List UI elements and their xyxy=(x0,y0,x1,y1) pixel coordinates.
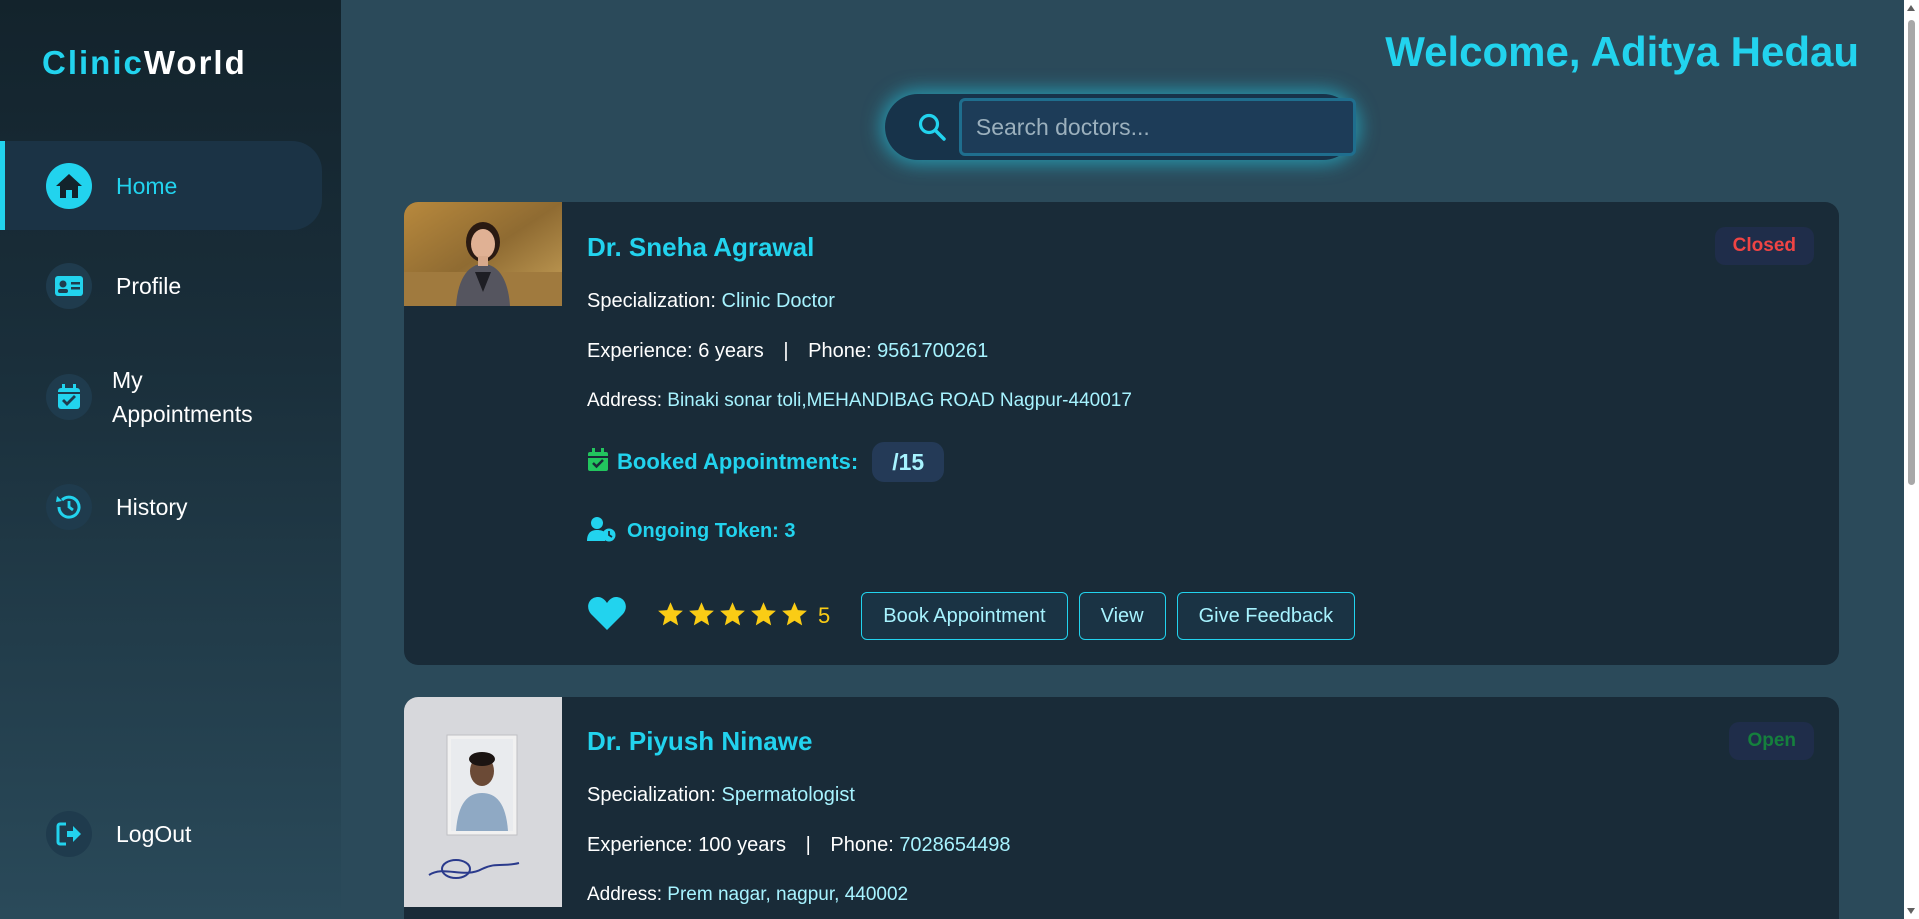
home-icon xyxy=(46,162,92,209)
phone-value: 9561700261 xyxy=(877,340,989,362)
sidebar-item-profile[interactable]: Profile xyxy=(0,262,322,310)
sidebar-item-label: Profile xyxy=(116,273,182,299)
search-bar xyxy=(885,94,1356,160)
experience-label: Experience: xyxy=(587,834,693,856)
history-icon xyxy=(46,484,92,530)
experience-value: 6 years xyxy=(698,340,764,362)
phone-label: Phone: xyxy=(830,834,894,856)
sidebar-item-label: History xyxy=(116,494,188,520)
scroll-up-arrow-icon[interactable] xyxy=(1907,5,1915,11)
specialization-value: Clinic Doctor xyxy=(721,290,835,312)
star-icon[interactable] xyxy=(781,601,808,632)
sidebar-item-my-appointments[interactable]: My Appointments xyxy=(0,362,322,432)
user-clock-icon xyxy=(587,516,617,547)
calendar-check-icon xyxy=(587,447,609,477)
specialization-label: Specialization: xyxy=(587,784,716,806)
scrollbar-thumb[interactable] xyxy=(1908,20,1915,485)
logout-button[interactable]: LogOut xyxy=(0,810,322,858)
sidebar-item-home[interactable]: Home xyxy=(0,141,322,230)
specialization-value: Spermatologist xyxy=(721,784,855,806)
status-badge: Closed xyxy=(1714,227,1814,265)
rating-value: 5 xyxy=(818,603,831,628)
doctor-name[interactable]: Dr. Sneha Agrawal xyxy=(587,232,814,263)
star-icon[interactable] xyxy=(719,601,746,632)
doctor-photo xyxy=(404,697,562,907)
address-row: Address: Prem nagar, nagpur, 440002 xyxy=(587,884,908,906)
address-value: Prem nagar, nagpur, 440002 xyxy=(667,884,909,905)
doctor-name[interactable]: Dr. Piyush Ninawe xyxy=(587,726,812,757)
experience-label: Experience: xyxy=(587,340,693,362)
experience-value: 100 years xyxy=(698,834,787,856)
star-icon[interactable] xyxy=(657,601,684,632)
id-card-icon xyxy=(46,263,92,309)
booked-appointments: Booked Appointments: /15 xyxy=(587,442,945,482)
specialization-row: Specialization: Spermatologist xyxy=(587,784,855,807)
experience-phone-row: Experience: 6 years | Phone: 9561700261 xyxy=(587,340,988,363)
phone-value: 7028654498 xyxy=(899,834,1011,856)
star-icon[interactable] xyxy=(688,601,715,632)
view-button[interactable]: View xyxy=(1078,592,1166,640)
address-value: Binaki sonar toli,MEHANDIBAG ROAD Nagpur… xyxy=(667,390,1132,411)
logo-text-clinic: Clinic xyxy=(42,44,144,81)
ongoing-token: Ongoing Token: 3 xyxy=(587,516,796,547)
search-icon[interactable] xyxy=(905,112,959,142)
address-label: Address: xyxy=(587,390,662,411)
separator: | xyxy=(805,834,811,856)
card-actions: 5 Book Appointment View Give Feedback xyxy=(587,592,1356,640)
sidebar: ClinicWorld Home Profile My Appointments… xyxy=(0,0,341,919)
star-rating xyxy=(657,601,808,632)
status-badge: Open xyxy=(1729,722,1814,760)
booked-label: Booked Appointments: xyxy=(617,449,859,474)
doctor-photo xyxy=(404,202,562,306)
heart-icon[interactable] xyxy=(587,596,627,637)
scroll-down-arrow-icon[interactable] xyxy=(1907,908,1915,914)
separator: | xyxy=(783,340,789,362)
booked-count: /15 xyxy=(872,442,945,482)
scrollbar[interactable] xyxy=(1904,0,1919,919)
calendar-check-icon xyxy=(46,374,92,420)
sidebar-item-history[interactable]: History xyxy=(0,483,322,531)
specialization-label: Specialization: xyxy=(587,290,716,312)
star-icon[interactable] xyxy=(750,601,777,632)
logout-label: LogOut xyxy=(116,821,192,847)
phone-label: Phone: xyxy=(808,340,872,362)
ongoing-token-label: Ongoing Token: 3 xyxy=(627,520,796,542)
address-label: Address: xyxy=(587,884,662,905)
book-appointment-button[interactable]: Book Appointment xyxy=(861,592,1068,640)
logo-text-world: World xyxy=(143,44,247,81)
address-row: Address: Binaki sonar toli,MEHANDIBAG RO… xyxy=(587,390,1132,412)
search-input[interactable] xyxy=(958,98,1356,156)
doctor-card: Dr. Sneha Agrawal Specialization: Clinic… xyxy=(404,202,1839,665)
logout-icon xyxy=(46,811,92,857)
sidebar-item-label: My Appointments xyxy=(112,367,253,427)
specialization-row: Specialization: Clinic Doctor xyxy=(587,290,835,313)
doctor-card: Dr. Piyush Ninawe Specialization: Sperma… xyxy=(404,697,1839,919)
welcome-heading: Welcome, Aditya Hedau xyxy=(1385,28,1859,75)
experience-phone-row: Experience: 100 years | Phone: 702865449… xyxy=(587,834,1011,857)
sidebar-item-label: Home xyxy=(116,172,178,199)
give-feedback-button[interactable]: Give Feedback xyxy=(1176,592,1356,640)
app-logo[interactable]: ClinicWorld xyxy=(42,44,247,82)
